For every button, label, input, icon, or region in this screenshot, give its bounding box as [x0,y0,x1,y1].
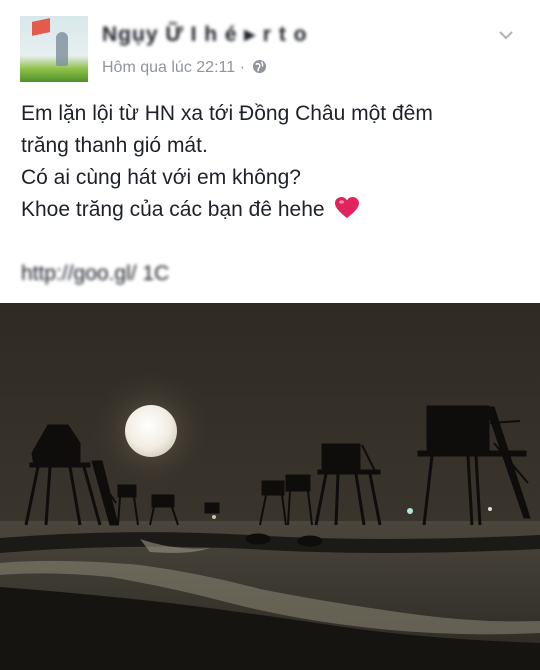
avatar-flag [32,18,50,36]
post-message: Em lặn lội từ HN xa tới Đồng Châu một đê… [21,98,521,226]
post-line: Khoe trăng của các bạn đê hehe [21,198,325,221]
post-timestamp[interactable]: Hôm qua lúc 22:11 [102,59,235,76]
post-photo[interactable] [0,303,540,670]
heart-icon [335,197,360,218]
moon [125,405,177,457]
post-line: trăng thanh gió mát. [21,134,208,157]
post-line: Có ai cùng hát với em không? [21,166,301,189]
post-link[interactable]: http://goo.gl/ 1C [21,262,169,286]
avatar-person [56,32,68,66]
chevron-down-icon[interactable] [499,28,513,42]
post-line: Em lặn lội từ HN xa tới Đồng Châu một đê… [21,102,433,125]
author-name[interactable]: Ngụy Ữ I h é ▸ r t o [102,22,307,47]
post-line-with-emoji: Khoe trăng của các bạn đê hehe [21,194,521,226]
post-meta: Hôm qua lúc 22:11 · [102,59,267,77]
meta-separator: · [239,59,245,76]
facebook-post: Ngụy Ữ I h é ▸ r t o Hôm qua lúc 22:11 ·… [0,0,540,670]
light-dot [407,508,413,514]
avatar[interactable] [20,16,88,82]
globe-icon[interactable] [252,59,267,74]
post-header: Ngụy Ữ I h é ▸ r t o Hôm qua lúc 22:11 · [0,0,540,90]
